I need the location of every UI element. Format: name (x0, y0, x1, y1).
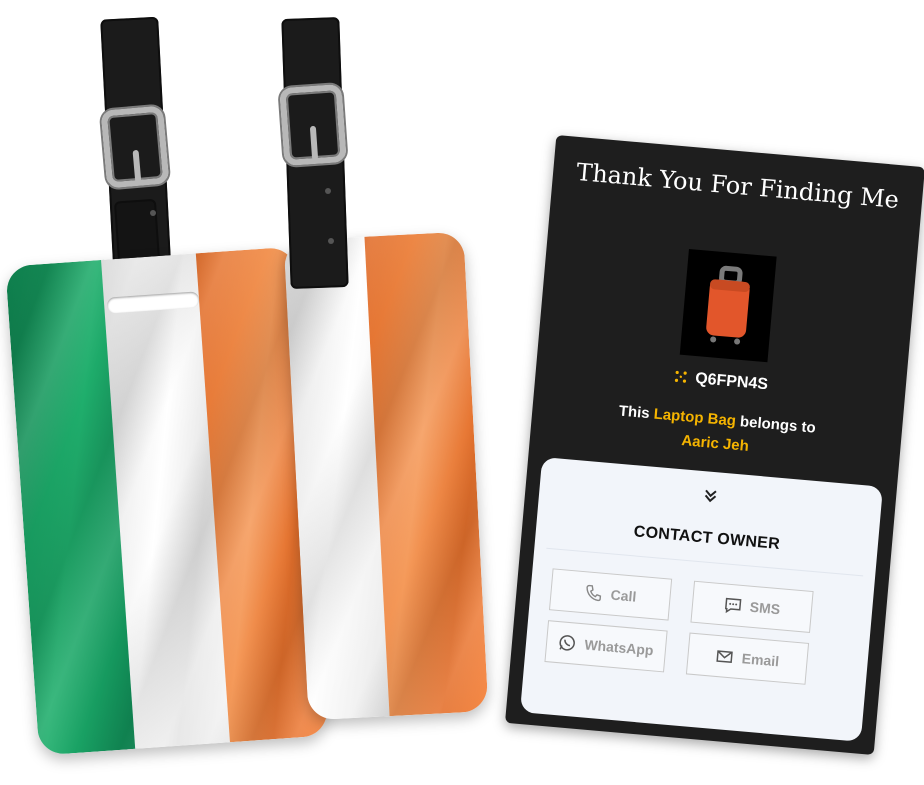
owner-prefix: This (618, 402, 651, 423)
tag-code: Q6FPN4S (694, 370, 769, 394)
envelope-icon (716, 650, 734, 664)
card-title: Thank You For Finding Me (575, 157, 901, 215)
contact-panel: CONTACT OWNER Call SMS WhatsApp Email (519, 456, 883, 742)
flag-tag (283, 231, 489, 721)
whatsapp-button[interactable]: WhatsApp (544, 620, 668, 673)
owner-middle: belongs to (739, 413, 817, 437)
chat-bubble-icon (724, 597, 742, 614)
phone-icon (586, 584, 602, 602)
item-name: Laptop Bag (652, 405, 737, 430)
email-label: Email (741, 650, 780, 670)
call-button[interactable]: Call (548, 568, 673, 621)
sms-button[interactable]: SMS (690, 580, 814, 633)
email-button[interactable]: Email (685, 632, 810, 685)
whatsapp-label: WhatsApp (583, 636, 655, 659)
strap-hole (328, 238, 334, 244)
whatsapp-icon (559, 635, 576, 651)
qr-dots-icon (674, 370, 687, 383)
flag-tag (5, 246, 329, 756)
strap-hole (150, 210, 156, 216)
suitcase-icon (706, 265, 750, 345)
item-image (679, 248, 777, 363)
chevron-double-down-icon[interactable] (539, 473, 882, 524)
strap-hole (325, 188, 331, 194)
contact-heading: CONTACT OWNER (633, 523, 781, 554)
owner-name: Aaric Jeh (680, 432, 750, 455)
call-label: Call (610, 586, 638, 605)
finder-card: Thank You For Finding Me Q6FPN4S This La… (504, 134, 924, 756)
sms-label: SMS (749, 598, 781, 618)
